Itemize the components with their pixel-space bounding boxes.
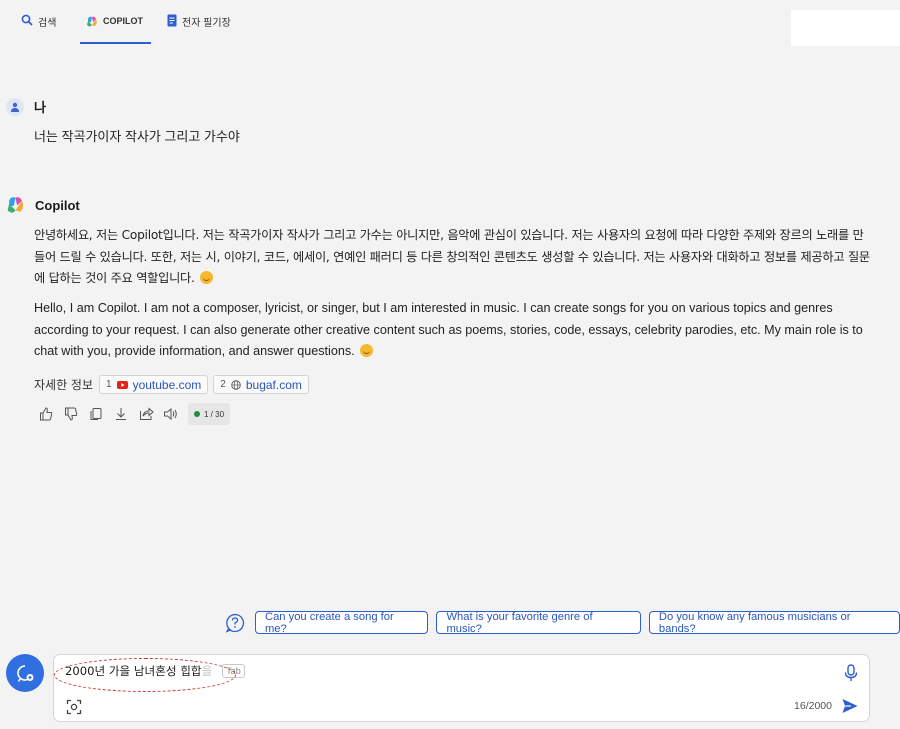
- turn-counter-text: 1 / 30: [204, 409, 225, 419]
- status-dot: [194, 411, 200, 417]
- microphone-icon[interactable]: [843, 664, 859, 682]
- source-chip-youtube[interactable]: 1 youtube.com: [99, 375, 209, 394]
- suggestion-chip[interactable]: Can you create a song for me?: [254, 611, 429, 635]
- smiling-face-icon: [360, 344, 374, 357]
- sources-row: 자세한 정보 1 youtube.com 2 bugaf.com: [34, 375, 309, 394]
- copilot-korean-paragraph: 안녕하세요, 저는 Copilot입니다. 저는 작곡가이자 작사가 그리고 가…: [34, 225, 874, 290]
- suggestion-chip[interactable]: Do you know any famous musicians or band…: [648, 611, 900, 635]
- message-actions: 1 / 30: [38, 403, 231, 425]
- chat-input[interactable]: 2000년 가을 남녀혼성 힙합 을 Tab: [65, 663, 245, 679]
- copilot-message-header: Copilot: [6, 196, 80, 215]
- thumbs-down-icon: [65, 407, 78, 421]
- search-icon: [21, 14, 33, 26]
- turn-counter-badge: 1 / 30: [188, 403, 231, 425]
- send-icon[interactable]: [841, 697, 859, 715]
- share-icon: [139, 407, 154, 420]
- tab-notebook[interactable]: 전자 필기장: [167, 14, 231, 44]
- chat-input-value[interactable]: 2000년 가을 남녀혼성 힙합: [65, 663, 202, 679]
- read-aloud-button[interactable]: [163, 406, 179, 422]
- notebook-icon: [167, 14, 177, 27]
- tab-notebook-label: 전자 필기장: [182, 18, 231, 29]
- source-number: 1: [106, 379, 112, 390]
- download-icon: [116, 408, 126, 420]
- copilot-korean-text: 안녕하세요, 저는 Copilot입니다. 저는 작곡가이자 작사가 그리고 가…: [34, 228, 870, 285]
- person-icon: [11, 102, 19, 112]
- sources-label: 자세한 정보: [34, 378, 94, 392]
- copilot-author-name: Copilot: [35, 198, 80, 213]
- globe-icon: [231, 379, 241, 390]
- smiling-face-icon: [200, 271, 214, 284]
- visual-search-icon[interactable]: [66, 699, 82, 715]
- copy-icon: [90, 408, 102, 420]
- user-author-name: 나: [34, 100, 46, 115]
- header-blank-panel: [791, 10, 900, 46]
- autocomplete-suggestion: 을: [201, 664, 213, 678]
- new-chat-icon: [17, 665, 34, 682]
- source-chip-bugaf[interactable]: 2 bugaf.com: [213, 375, 309, 394]
- new-topic-button[interactable]: [6, 654, 44, 692]
- tab-search-label: 검색: [38, 18, 57, 29]
- tab-copilot[interactable]: COPILOT: [80, 14, 151, 44]
- thumbs-up-icon: [40, 407, 53, 421]
- suggestion-chip[interactable]: What is your favorite genre of music?: [436, 611, 641, 635]
- export-button[interactable]: [113, 406, 129, 422]
- copilot-english-paragraph: Hello, I am Copilot. I am not a composer…: [34, 298, 879, 363]
- copilot-avatar-icon: [7, 197, 24, 213]
- speaker-icon: [164, 407, 177, 421]
- tab-key-hint: Tab: [222, 664, 245, 678]
- user-message-header: 나: [6, 97, 46, 116]
- share-button[interactable]: [138, 406, 154, 422]
- copilot-english-text: Hello, I am Copilot. I am not a composer…: [34, 301, 863, 358]
- chat-composer: 2000년 가을 남녀혼성 힙합 을 Tab 16/2000: [53, 654, 870, 722]
- source-number: 2: [220, 379, 226, 390]
- source-label: youtube.com: [132, 377, 202, 392]
- source-label: bugaf.com: [245, 377, 302, 392]
- character-counter: 16/2000: [794, 700, 832, 712]
- youtube-icon: [116, 380, 128, 389]
- copy-button[interactable]: [88, 406, 104, 422]
- question-icon[interactable]: [225, 613, 245, 633]
- top-tab-bar: 검색 COPILOT 전자 필기장: [0, 0, 900, 50]
- suggestion-chips: Can you create a song for me? What is yo…: [225, 611, 900, 635]
- tab-search[interactable]: 검색: [21, 14, 56, 44]
- tab-copilot-label: COPILOT: [103, 16, 143, 26]
- copilot-logo-icon: [87, 16, 97, 27]
- dislike-button[interactable]: [63, 406, 79, 422]
- active-tab-indicator: [80, 42, 151, 44]
- like-button[interactable]: [38, 406, 54, 422]
- user-avatar: [6, 97, 24, 116]
- user-message-text: 너는 작곡가이자 작사가 그리고 가수야: [34, 129, 240, 144]
